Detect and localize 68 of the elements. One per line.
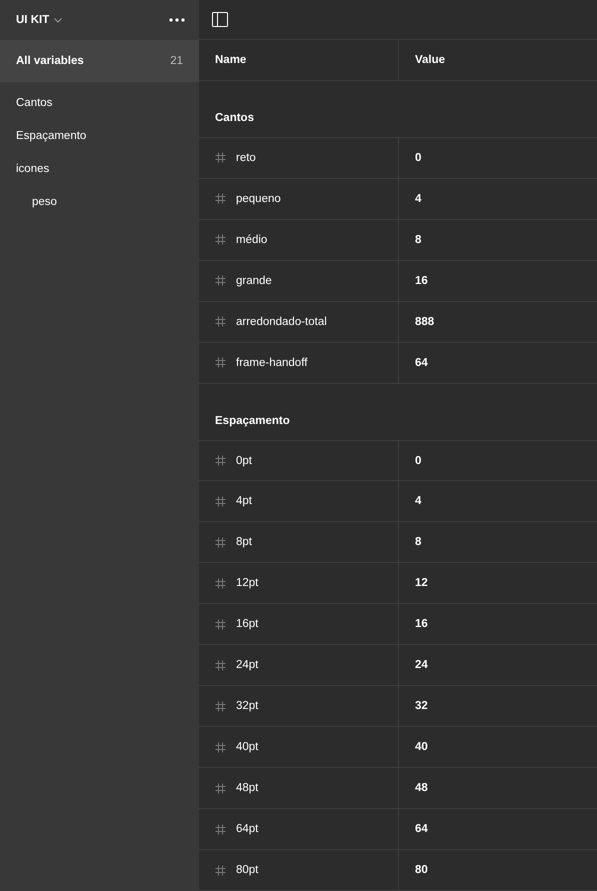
- variable-name: 12pt: [236, 577, 258, 590]
- hash-icon: [215, 782, 226, 794]
- variable-name: 8pt: [236, 536, 252, 548]
- variable-name: grande: [236, 274, 272, 287]
- sidebar-icon: [212, 12, 228, 27]
- hash-icon: [215, 234, 226, 246]
- variable-name: médio: [236, 234, 268, 246]
- chevron-down-icon: [54, 18, 62, 22]
- variable-value: 32: [415, 700, 428, 712]
- variable-value: 40: [415, 741, 428, 754]
- all-variables-item[interactable]: All variables 21: [0, 40, 199, 82]
- sidebar-item[interactable]: icones: [0, 152, 199, 185]
- variable-name: 4pt: [236, 495, 252, 508]
- variable-name: 48pt: [236, 782, 258, 794]
- variable-value: 8: [415, 234, 422, 246]
- variable-value: 16: [415, 274, 428, 287]
- variable-name: frame-handoff: [236, 356, 308, 369]
- variable-value: 12: [415, 577, 428, 590]
- variable-value: 888: [415, 316, 434, 328]
- hash-icon: [215, 700, 226, 712]
- more-icon: [169, 18, 185, 22]
- sidebar-item[interactable]: Espaçamento: [0, 119, 199, 152]
- variable-value: 0: [415, 454, 422, 466]
- file-title-button[interactable]: UI KIT: [16, 14, 62, 26]
- variable-value: 64: [415, 823, 428, 836]
- variable-value: 80: [415, 864, 428, 876]
- variable-name: 16pt: [236, 618, 258, 630]
- variable-value: 0: [415, 152, 422, 164]
- hash-icon: [215, 496, 226, 507]
- sidebar-toggle-button[interactable]: [210, 10, 230, 29]
- hash-icon: [215, 864, 226, 876]
- hash-icon: [215, 455, 226, 466]
- sidebar-item[interactable]: Cantos: [0, 86, 199, 119]
- variable-name: pequeno: [236, 192, 281, 205]
- variable-name: 64pt: [236, 823, 258, 836]
- sidebar-item[interactable]: peso: [0, 185, 199, 218]
- hash-icon: [215, 536, 226, 548]
- variable-value: 48: [415, 782, 428, 794]
- hash-icon: [215, 578, 226, 589]
- variable-value: 4: [415, 192, 422, 205]
- variable-name: 32pt: [236, 700, 258, 712]
- group-title: Espaçamento: [215, 414, 290, 427]
- variable-value: 8: [415, 536, 422, 548]
- variable-name: arredondado-total: [236, 316, 327, 328]
- hash-icon: [215, 316, 226, 328]
- variable-value: 24: [415, 659, 428, 672]
- variable-value: 4: [415, 495, 422, 508]
- hash-icon: [215, 660, 226, 671]
- hash-icon: [215, 357, 226, 368]
- all-variables-label: All variables: [16, 55, 84, 67]
- hash-icon: [215, 824, 226, 835]
- variable-name: 24pt: [236, 659, 258, 672]
- more-button[interactable]: [167, 16, 187, 24]
- variable-name: 80pt: [236, 864, 258, 876]
- variable-name: 0pt: [236, 454, 252, 466]
- hash-icon: [215, 742, 226, 753]
- variable-count: 21: [170, 55, 183, 67]
- hash-icon: [215, 193, 226, 204]
- group-title: Cantos: [215, 112, 254, 124]
- hash-icon: [215, 275, 226, 286]
- variable-name: reto: [236, 152, 256, 164]
- hash-icon: [215, 618, 226, 630]
- variable-name: 40pt: [236, 741, 258, 754]
- variable-value: 16: [415, 618, 428, 630]
- column-header: Value: [414, 52, 446, 68]
- hash-icon: [215, 152, 226, 164]
- variable-value: 64: [415, 356, 428, 369]
- column-header: Name: [199, 40, 399, 80]
